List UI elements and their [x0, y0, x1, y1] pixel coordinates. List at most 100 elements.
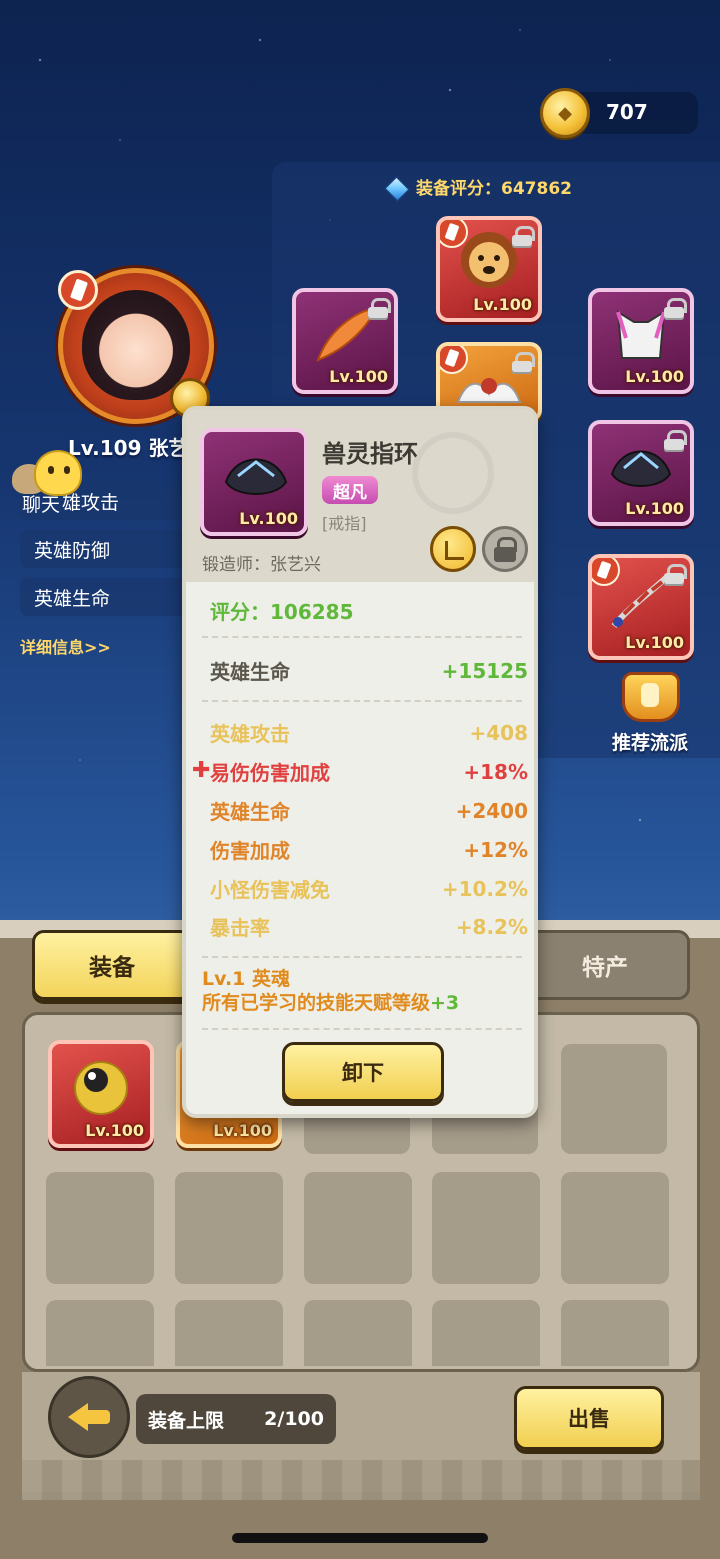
item-score: 评分：106285: [210, 600, 354, 624]
stat-name: 英雄生命: [210, 660, 290, 684]
stat-value: +15125: [441, 658, 528, 683]
stat-name: 英雄生命: [210, 800, 290, 824]
unequip-button[interactable]: 卸下: [282, 1042, 444, 1102]
stat-value: +8.2%: [455, 914, 528, 939]
capacity-value: 2/100: [264, 1408, 324, 1430]
inventory-empty-slot[interactable]: [432, 1300, 540, 1366]
home-indicator[interactable]: [232, 1533, 488, 1543]
slot-level: Lv.100: [625, 499, 684, 518]
currency-value: 707: [606, 100, 648, 124]
stat-name: 伤害加成: [210, 839, 290, 863]
inventory-empty-slot[interactable]: [432, 1172, 540, 1284]
slot-level: Lv.100: [213, 1121, 272, 1140]
slot-level: Lv.100: [625, 633, 684, 652]
recommend-build-button[interactable]: 推荐流派: [600, 672, 700, 756]
detail-info-link[interactable]: 详细信息>>: [20, 634, 111, 658]
stat-name: 小怪伤害减免: [210, 878, 330, 902]
gold-coin-icon: ◆: [540, 88, 590, 138]
inventory-empty-slot[interactable]: [561, 1044, 667, 1154]
inventory-empty-slot[interactable]: [46, 1172, 154, 1284]
highlight-mark-icon: ✚: [192, 758, 211, 783]
lock-icon: [512, 226, 535, 248]
stat-value: +10.2%: [441, 876, 528, 901]
slot-level: Lv.100: [625, 367, 684, 386]
lock-icon: [664, 430, 687, 452]
item-detail-popup: Lv.100 兽灵指环 超凡 [戒指] 锻造师：张艺兴 评分：106285 英雄…: [182, 406, 538, 1118]
tab-label: 特产: [582, 955, 628, 981]
equip-slot-feather[interactable]: Lv.100: [292, 288, 398, 394]
back-arrow-icon: [68, 1403, 110, 1431]
thumbs-up-icon: [622, 672, 680, 722]
equipment-score: 装备评分：647862: [380, 174, 572, 199]
lock-button[interactable]: [482, 526, 528, 572]
lock-icon: [664, 298, 687, 320]
stat-name: 暴击率: [210, 916, 270, 940]
inventory-empty-slot[interactable]: [46, 1300, 154, 1366]
popup-item-level: Lv.100: [239, 509, 298, 528]
stat-value: +2400: [455, 798, 528, 823]
forger-text: 锻造师：张艺兴: [202, 555, 321, 575]
recommend-label: 推荐流派: [611, 732, 688, 754]
decorative-strip: [22, 1460, 700, 1500]
capacity-label: 装备上限: [148, 1409, 225, 1432]
stat-name: 易伤伤害加成: [210, 761, 330, 785]
hero-portrait: [82, 290, 190, 400]
upgrade-badge-icon: [592, 558, 620, 586]
gem-icon: [380, 175, 410, 199]
eyeball-icon: [74, 1061, 128, 1115]
divider: [202, 636, 522, 638]
share-button[interactable]: [430, 526, 476, 572]
divider: [202, 956, 522, 958]
inventory-slot[interactable]: Lv.100: [48, 1040, 154, 1148]
soul-desc-text: 所有已学习的技能天赋等级: [202, 991, 431, 1014]
inventory-empty-slot[interactable]: [304, 1172, 412, 1284]
stat-value: +408: [469, 720, 528, 745]
inventory-empty-slot[interactable]: [175, 1300, 283, 1366]
attribute-defense[interactable]: 英雄防御: [20, 530, 200, 568]
soul-bonus: Lv.1 英魂 所有已学习的技能天赋等级+3: [202, 968, 459, 1016]
tab-specialty[interactable]: 特产: [520, 930, 690, 1000]
popup-item-slot: Lv.100: [200, 428, 308, 536]
divider: [202, 1028, 522, 1030]
sub-stat: 小怪伤害减免 +10.2%: [210, 874, 528, 903]
sell-button[interactable]: 出售: [514, 1386, 664, 1450]
capacity-indicator: 装备上限 2/100: [136, 1394, 336, 1444]
stat-value: +18%: [463, 759, 528, 784]
inventory-empty-slot[interactable]: [561, 1300, 669, 1366]
item-type: [戒指]: [322, 514, 367, 533]
attribute-label: 英雄防御: [34, 539, 111, 562]
equip-slot-pink-armor[interactable]: Lv.100: [588, 288, 694, 394]
slot-level: Lv.100: [329, 367, 388, 386]
sub-stat: 英雄生命 +2400: [210, 796, 528, 825]
stat-name: 英雄攻击: [210, 722, 290, 746]
upgrade-badge-icon: [440, 346, 468, 374]
sub-stat: 英雄攻击 +408: [210, 718, 528, 747]
soul-desc: 所有已学习的技能天赋等级+3: [202, 992, 459, 1016]
equip-slot-lion[interactable]: Lv.100: [436, 216, 542, 322]
hero-name: Lv.109 张艺: [68, 436, 189, 460]
main-stat: 英雄生命 +15125: [210, 656, 528, 685]
back-button[interactable]: [48, 1376, 130, 1458]
upgrade-badge-icon: [58, 270, 98, 310]
inventory-empty-slot[interactable]: [175, 1172, 283, 1284]
inventory-empty-slot[interactable]: [304, 1300, 412, 1366]
beast-ring-icon: [224, 458, 288, 495]
equip-slot-ring[interactable]: Lv.100: [588, 420, 694, 526]
equip-slot-whip[interactable]: Lv.100: [588, 554, 694, 660]
divider: [202, 700, 522, 702]
sub-stat: 暴击率 +8.2%: [210, 912, 528, 941]
stat-value: +12%: [463, 837, 528, 862]
inventory-empty-slot[interactable]: [561, 1172, 669, 1284]
chat-label[interactable]: 聊天: [22, 490, 60, 517]
upgrade-badge-icon: [440, 220, 468, 248]
equipment-score-text: 装备评分：647862: [416, 179, 572, 199]
tab-equipment[interactable]: 装备: [32, 930, 192, 1000]
sub-stat: 伤害加成 +12%: [210, 835, 528, 864]
attribute-label: 英雄生命: [34, 587, 111, 610]
tab-label: 装备: [89, 955, 135, 981]
lock-icon: [664, 564, 687, 586]
popup-item-title: 兽灵指环: [322, 440, 418, 468]
lock-icon: [368, 298, 391, 320]
sub-stat: 易伤伤害加成 +18%: [210, 757, 528, 786]
attribute-hp[interactable]: 英雄生命: [20, 578, 200, 616]
